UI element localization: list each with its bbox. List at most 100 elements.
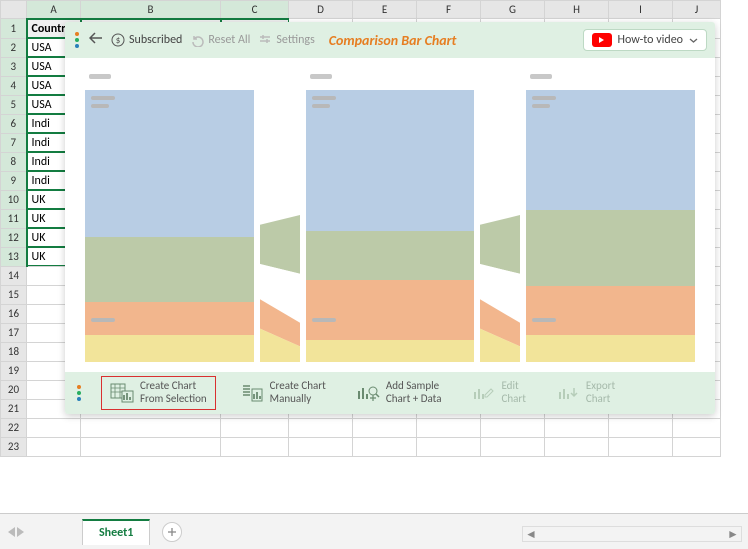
cell[interactable]: [417, 437, 481, 456]
cell[interactable]: [353, 437, 417, 456]
cell[interactable]: [289, 418, 353, 437]
plus-icon: [167, 527, 177, 537]
row-header[interactable]: 6: [1, 114, 27, 133]
cell[interactable]: [673, 437, 721, 456]
row-header[interactable]: 18: [1, 342, 27, 361]
table-chart-icon: [110, 383, 134, 403]
cell[interactable]: [609, 418, 673, 437]
sheet-tab-active[interactable]: Sheet1: [82, 519, 150, 545]
tab-scroll-buttons[interactable]: [0, 527, 32, 537]
chart-segment: [306, 231, 475, 280]
howto-label: How-to video: [618, 33, 683, 47]
row-header[interactable]: 8: [1, 152, 27, 171]
addon-panel: $ Subscribed Reset All Settings Comparis…: [65, 22, 715, 414]
drag-handle-icon[interactable]: [75, 385, 83, 401]
subscribed-status[interactable]: $ Subscribed: [111, 33, 182, 47]
cell[interactable]: [27, 437, 81, 456]
chart-segment: [526, 210, 695, 286]
cell[interactable]: [289, 437, 353, 456]
column-header[interactable]: A: [27, 1, 81, 19]
youtube-icon: [592, 33, 612, 47]
cell[interactable]: [545, 418, 609, 437]
chart-column: [300, 68, 481, 362]
cell[interactable]: [417, 418, 481, 437]
edit-chart-button[interactable]: EditChart: [465, 378, 531, 407]
chart-connector: [260, 68, 300, 362]
btn-l2: Chart: [586, 393, 615, 406]
column-header[interactable]: B: [81, 1, 221, 19]
row-header[interactable]: 10: [1, 190, 27, 209]
chart-segment: [526, 335, 695, 362]
cell[interactable]: [673, 418, 721, 437]
add-sheet-button[interactable]: [162, 522, 182, 542]
row-header[interactable]: 2: [1, 38, 27, 57]
undo-icon: [190, 33, 204, 47]
chart-connector: [480, 68, 520, 362]
chart-segment: [85, 237, 254, 302]
reset-all-button[interactable]: Reset All: [190, 33, 250, 47]
row-header[interactable]: 20: [1, 380, 27, 399]
column-header[interactable]: J: [673, 1, 721, 19]
reset-label: Reset All: [208, 33, 250, 47]
panel-toolbar: $ Subscribed Reset All Settings Comparis…: [65, 22, 715, 58]
row-header[interactable]: 15: [1, 285, 27, 304]
row-header[interactable]: 4: [1, 76, 27, 95]
row-header[interactable]: 23: [1, 437, 27, 456]
cell[interactable]: [81, 437, 221, 456]
sheet-tabs-bar: Sheet1 ◄►: [0, 513, 748, 549]
row-header[interactable]: 9: [1, 171, 27, 190]
row-header[interactable]: 3: [1, 57, 27, 76]
row-header[interactable]: 7: [1, 133, 27, 152]
export-chart-button[interactable]: ExportChart: [550, 378, 621, 407]
chart-column: [79, 68, 260, 362]
cell[interactable]: [81, 418, 221, 437]
cell[interactable]: [609, 437, 673, 456]
settings-button[interactable]: Settings: [258, 33, 314, 47]
chart-preview: [65, 58, 715, 372]
column-header[interactable]: G: [481, 1, 545, 19]
back-button[interactable]: [89, 31, 103, 49]
horizontal-scrollbar[interactable]: ◄►: [522, 526, 742, 542]
row-header[interactable]: 19: [1, 361, 27, 380]
row-header[interactable]: 14: [1, 266, 27, 285]
create-manually-button[interactable]: Create ChartManually: [234, 378, 332, 407]
cell[interactable]: [481, 437, 545, 456]
panel-actions: Create ChartFrom Selection Create ChartM…: [65, 372, 715, 414]
cell[interactable]: [545, 437, 609, 456]
cell[interactable]: [27, 418, 81, 437]
row-header[interactable]: 22: [1, 418, 27, 437]
row-header[interactable]: 5: [1, 95, 27, 114]
howto-video-button[interactable]: How-to video: [583, 29, 707, 51]
column-header[interactable]: H: [545, 1, 609, 19]
row-header[interactable]: 12: [1, 228, 27, 247]
row-header[interactable]: 21: [1, 399, 27, 418]
column-header[interactable]: C: [221, 1, 289, 19]
chart-segment: [306, 90, 475, 231]
row-header[interactable]: 11: [1, 209, 27, 228]
create-from-selection-button[interactable]: Create ChartFrom Selection: [101, 376, 216, 409]
column-header[interactable]: I: [609, 1, 673, 19]
column-header[interactable]: E: [353, 1, 417, 19]
cell[interactable]: [221, 437, 289, 456]
row-header[interactable]: 13: [1, 247, 27, 266]
cell[interactable]: [481, 418, 545, 437]
chart-segment: [85, 335, 254, 362]
btn-l2: From Selection: [140, 393, 207, 406]
settings-label: Settings: [276, 33, 314, 47]
cell[interactable]: [221, 418, 289, 437]
chart-segment: [526, 90, 695, 210]
add-sample-button[interactable]: Add SampleChart + Data: [350, 378, 448, 407]
column-header[interactable]: F: [417, 1, 481, 19]
chart-column: [520, 68, 701, 362]
row-header[interactable]: 16: [1, 304, 27, 323]
drag-handle-icon[interactable]: [73, 32, 81, 48]
row-header[interactable]: 1: [1, 19, 27, 39]
btn-l2: Chart: [501, 393, 525, 406]
btn-l2: Chart + Data: [386, 393, 442, 406]
column-header[interactable]: D: [289, 1, 353, 19]
cell[interactable]: [353, 418, 417, 437]
svg-text:$: $: [116, 35, 121, 46]
dollar-circle-icon: $: [111, 33, 125, 47]
row-header[interactable]: 17: [1, 323, 27, 342]
manual-chart-icon: [240, 383, 264, 403]
